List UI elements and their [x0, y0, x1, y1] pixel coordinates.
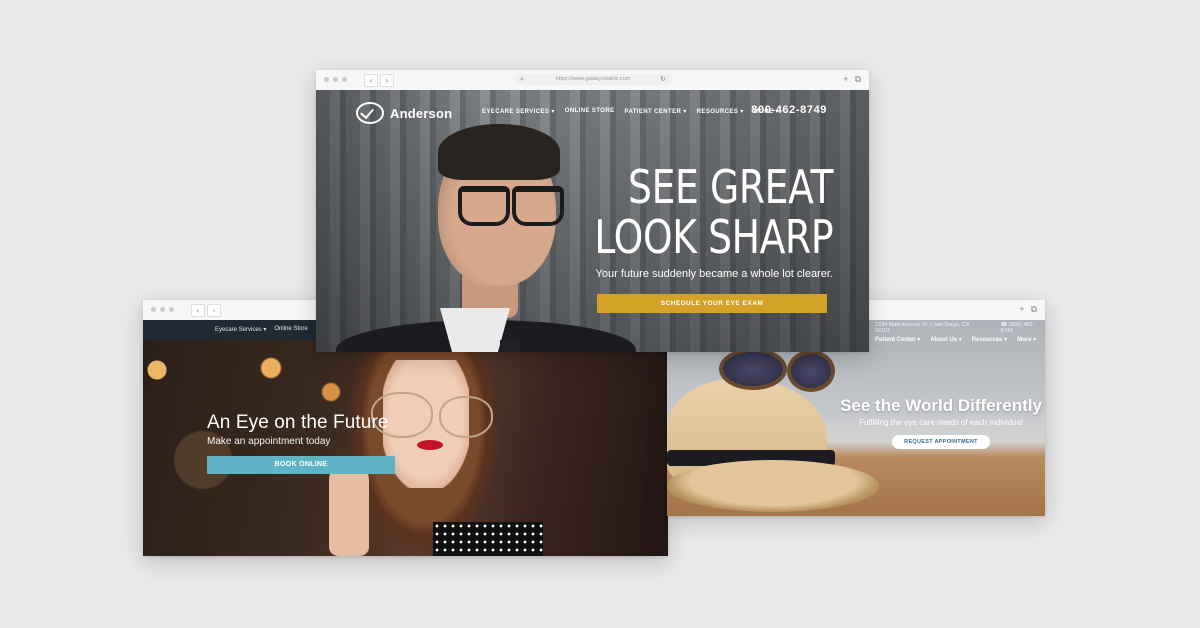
right-hero-subtitle: Fulfilling the eye care needs of each in… [859, 418, 1023, 427]
nav-arrows: ‹ › [191, 304, 221, 317]
nav-item-resources[interactable]: Resources ▾ [972, 336, 1007, 343]
forward-arrow-icon[interactable]: › [380, 74, 394, 87]
back-arrow-icon[interactable]: ‹ [191, 304, 205, 317]
anderson-logo-icon [356, 102, 384, 124]
copy-icon[interactable]: ⧉ [855, 74, 861, 85]
schedule-eye-exam-button[interactable]: SCHEDULE YOUR EYE EXAM [597, 294, 827, 313]
right-site-info: 1234 Main Avenue St. | San Diego, CA 921… [875, 322, 1045, 334]
stage: ‹ › Eyecare Services ▾ Online Store P An… [0, 0, 1200, 628]
nav-item-eyecare-services[interactable]: EYECARE SERVICES ▾ [482, 108, 555, 115]
woman-hand [329, 460, 369, 556]
woman-glasses-right [439, 396, 493, 438]
left-hero-title: An Eye on the Future [207, 412, 389, 433]
center-site-nav: EYECARE SERVICES ▾ ONLINE STORE PATIENT … [482, 108, 779, 115]
address-bar[interactable]: ⌕ https://www.galaxy.imatrix.com ↻ [514, 74, 672, 85]
left-hero-text: An Eye on the Future Make an appointment… [207, 412, 395, 474]
nav-item-patient-center[interactable]: Patient Center ▾ [875, 336, 920, 343]
nav-arrows: ‹ › [364, 74, 394, 87]
right-browser-window: + ⧉ 1234 Main Avenue St. | San Diego, CA… [667, 300, 1045, 516]
window-controls [324, 77, 347, 82]
straw-hat-brim [667, 460, 879, 512]
reload-icon[interactable]: ↻ [660, 74, 666, 85]
anderson-logo[interactable]: Anderson [356, 102, 452, 124]
phone-number[interactable]: 800-462-8749 [751, 104, 827, 116]
forward-arrow-icon[interactable]: › [207, 304, 221, 317]
phone-text[interactable]: ☎ (800) 462-8749 [1001, 322, 1046, 334]
logo-name: Anderson [390, 105, 453, 121]
new-tab-icon[interactable]: + [1019, 304, 1024, 315]
copy-icon[interactable]: ⧉ [1031, 304, 1037, 315]
nav-item-about-us[interactable]: About Us ▾ [930, 336, 961, 343]
center-hero-headline: SEE GREAT LOOK SHARP [542, 162, 833, 262]
nav-item-resources[interactable]: RESOURCES ▾ [697, 108, 744, 115]
nav-item-eyecare-services[interactable]: Eyecare Services ▾ [215, 326, 266, 333]
search-icon: ⌕ [520, 76, 524, 83]
man-tie [500, 340, 520, 352]
center-browser-chrome: ‹ › ⌕ https://www.galaxy.imatrix.com ↻ +… [316, 70, 869, 91]
nav-item-online-store[interactable]: ONLINE STORE [565, 108, 615, 115]
address-text: 1234 Main Avenue St. | San Diego, CA 921… [875, 322, 970, 334]
sunglasses-lens-left [719, 348, 787, 390]
right-site-nav: Patient Center ▾ About Us ▾ Resources ▾ … [875, 336, 1036, 343]
headline-line-2: LOOK SHARP [594, 210, 833, 264]
sunglasses-lens-right [787, 350, 835, 392]
center-hero-subheadline: Your future suddenly became a whole lot … [595, 268, 833, 280]
right-hero-title: See the World Differently [840, 396, 1042, 415]
woman-lips [417, 440, 443, 450]
right-hero-text: See the World Differently Fulfilling the… [667, 396, 1045, 449]
book-online-button[interactable]: BOOK ONLINE [207, 456, 395, 474]
nav-item-online-store[interactable]: Online Store [274, 326, 307, 333]
back-arrow-icon[interactable]: ‹ [364, 74, 378, 87]
center-browser-window: ‹ › ⌕ https://www.galaxy.imatrix.com ↻ +… [316, 70, 869, 352]
polka-dot-top [433, 522, 543, 556]
new-tab-icon[interactable]: + [843, 74, 848, 85]
url-text[interactable]: https://www.galaxy.imatrix.com [556, 76, 631, 82]
nav-item-patient-center[interactable]: PATIENT CENTER ▾ [625, 108, 687, 115]
window-controls [151, 307, 174, 312]
left-hero-subtitle: Make an appointment today [207, 436, 331, 447]
headline-line-1: SEE GREAT [627, 160, 834, 214]
request-appointment-button[interactable]: REQUEST APPOINTMENT [892, 435, 990, 449]
man-glasses-left [458, 186, 510, 226]
nav-item-more[interactable]: More ▾ [1017, 336, 1036, 343]
